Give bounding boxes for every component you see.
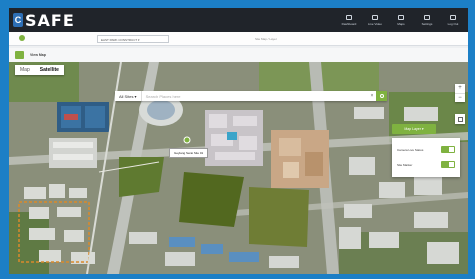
video-icon (372, 14, 378, 20)
toggle-knob (449, 162, 454, 167)
map-type-map-button[interactable]: Map (15, 65, 35, 75)
search-button[interactable] (376, 91, 387, 101)
back-button[interactable] (15, 51, 24, 59)
fullscreen-button[interactable] (455, 114, 465, 124)
nav-settings-label: Settings (421, 21, 433, 26)
layer-site-marker-label: Site Marker (397, 162, 413, 167)
page-toolbar: View Map (9, 48, 468, 62)
map-pin-label[interactable]: Geylang Serai Site 01 (169, 148, 209, 158)
home-icon[interactable] (19, 35, 25, 41)
search-icon (379, 94, 384, 98)
gear-icon (424, 14, 430, 20)
zoom-control: + − (455, 84, 465, 102)
sub-header: EAST PARK CONSTRUCT ▾ Site Map / Layer (9, 32, 468, 46)
nav-settings[interactable]: Settings (414, 10, 440, 30)
layer-panel: Camera Live Status Site Marker (392, 138, 460, 177)
nav-live-video[interactable]: Live Video (362, 10, 388, 30)
layer-toggle-button[interactable]: Map Layer ▾ (392, 124, 436, 134)
nav-dashboard-label: Dashboard (341, 21, 357, 26)
nav-live-video-label: Live Video (368, 21, 382, 26)
sub-header-caption: Site Map / Layer (255, 37, 277, 41)
search-scope-select[interactable]: All Sites ▾ (115, 91, 142, 101)
map-type-control: Map Satellite (15, 65, 64, 75)
map-icon (398, 14, 404, 20)
nav-dashboard[interactable]: Dashboard (336, 10, 362, 30)
toggle-knob (449, 147, 454, 152)
top-nav: Dashboard Live Video Maps Settings Log O… (336, 10, 466, 30)
search-input[interactable]: Search Places here (142, 94, 368, 99)
logo-mark: C (13, 13, 23, 27)
layer-site-marker-toggle[interactable] (441, 161, 455, 168)
csafe-logo[interactable]: C SAFE (13, 10, 75, 30)
fullscreen-icon (457, 116, 463, 122)
layer-site-marker: Site Marker (397, 159, 455, 170)
layer-camera-status-label: Camera Live Status (397, 147, 424, 152)
zoom-out-button[interactable]: − (455, 93, 465, 102)
monitor-icon (346, 14, 352, 20)
nav-log-out[interactable]: Log Out (440, 10, 466, 30)
top-navigation-bar: C SAFE Dashboard Live Video Maps Setting… (9, 8, 468, 32)
nav-maps-label: Maps (397, 21, 405, 26)
clear-icon[interactable]: × (368, 93, 376, 99)
map-type-satellite-button[interactable]: Satellite (35, 65, 64, 75)
map-search-bar: All Sites ▾ Search Places here × (115, 91, 387, 101)
site-select[interactable]: EAST PARK CONSTRUCT ▾ (97, 35, 169, 43)
satellite-map[interactable]: Map Satellite All Sites ▾ Search Places … (9, 62, 468, 274)
layer-camera-status-toggle[interactable] (441, 146, 455, 153)
nav-log-out-label: Log Out (447, 21, 459, 26)
layer-camera-status: Camera Live Status (397, 144, 455, 155)
logo-text: SAFE (25, 10, 75, 30)
zoom-in-button[interactable]: + (455, 84, 465, 93)
logout-icon (450, 14, 456, 20)
nav-maps[interactable]: Maps (388, 10, 414, 30)
page-title: View Map (30, 53, 46, 57)
app-window: C SAFE Dashboard Live Video Maps Setting… (9, 8, 468, 274)
